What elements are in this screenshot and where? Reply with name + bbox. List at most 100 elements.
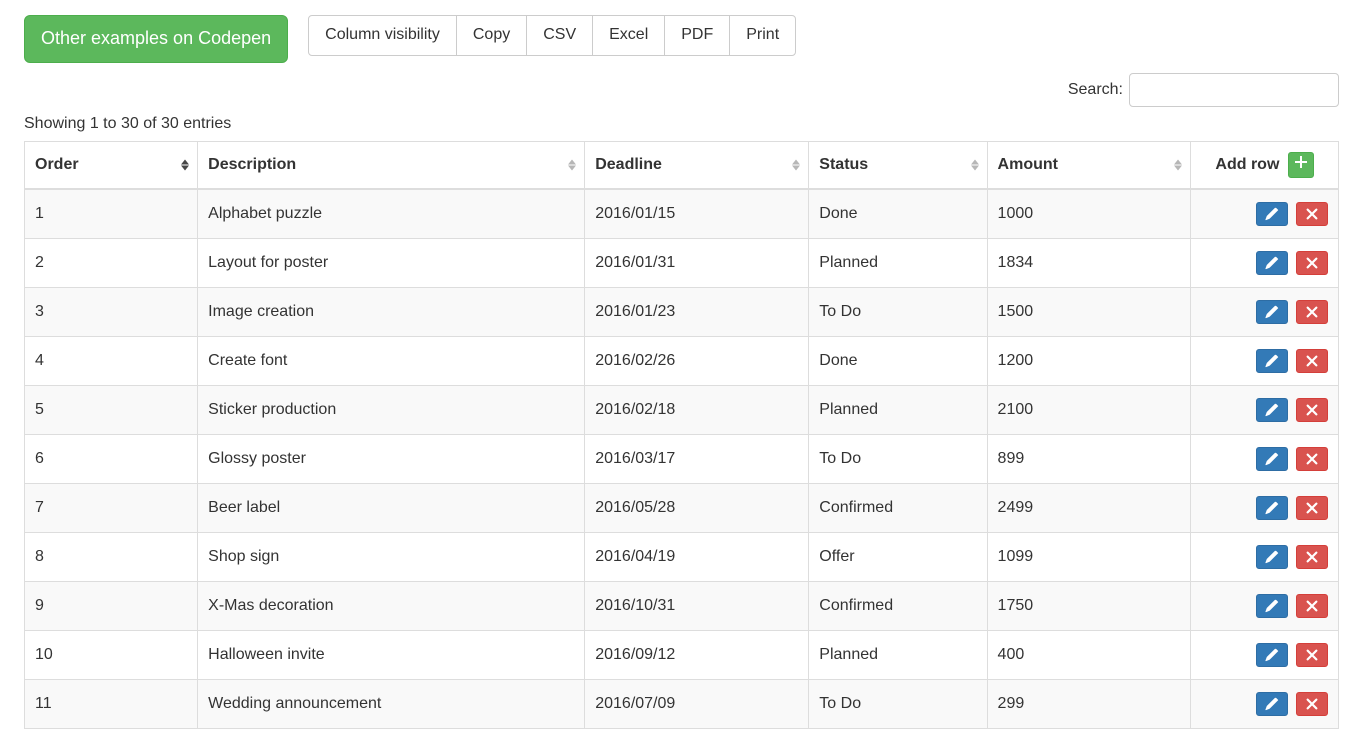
edit-button[interactable]	[1256, 251, 1288, 275]
pencil-icon	[1265, 550, 1279, 564]
delete-button[interactable]	[1296, 545, 1328, 569]
column-header-status[interactable]: Status	[809, 141, 987, 188]
pencil-icon	[1265, 501, 1279, 515]
cell-order: 2	[25, 238, 198, 287]
delete-button[interactable]	[1296, 202, 1328, 226]
sort-icon	[971, 159, 979, 170]
edit-button[interactable]	[1256, 447, 1288, 471]
pdf-button[interactable]: PDF	[664, 15, 730, 56]
edit-button[interactable]	[1256, 202, 1288, 226]
cell-status: Done	[809, 189, 987, 239]
delete-button[interactable]	[1296, 692, 1328, 716]
excel-button[interactable]: Excel	[592, 15, 665, 56]
pencil-icon	[1265, 256, 1279, 270]
export-button-group: Column visibility Copy CSV Excel PDF Pri…	[308, 15, 796, 56]
column-header-amount-label: Amount	[998, 156, 1058, 173]
edit-button[interactable]	[1256, 692, 1288, 716]
cell-amount: 1750	[987, 581, 1191, 630]
edit-button[interactable]	[1256, 594, 1288, 618]
column-header-order-label: Order	[35, 156, 79, 173]
cell-deadline: 2016/02/18	[585, 385, 809, 434]
sort-icon	[568, 159, 576, 170]
pencil-icon	[1265, 207, 1279, 221]
pencil-icon	[1265, 697, 1279, 711]
cell-amount: 1500	[987, 287, 1191, 336]
cell-actions	[1191, 336, 1339, 385]
cell-deadline: 2016/09/12	[585, 630, 809, 679]
delete-button[interactable]	[1296, 447, 1328, 471]
cell-description: Layout for poster	[198, 238, 585, 287]
pencil-icon	[1265, 354, 1279, 368]
remove-icon	[1305, 501, 1319, 515]
remove-icon	[1305, 697, 1319, 711]
pencil-icon	[1265, 403, 1279, 417]
delete-button[interactable]	[1296, 300, 1328, 324]
search-input[interactable]	[1129, 73, 1339, 107]
delete-button[interactable]	[1296, 496, 1328, 520]
cell-status: Done	[809, 336, 987, 385]
cell-amount: 299	[987, 679, 1191, 728]
delete-button[interactable]	[1296, 643, 1328, 667]
table-row: 6Glossy poster2016/03/17To Do899	[25, 434, 1339, 483]
column-header-amount[interactable]: Amount	[987, 141, 1191, 188]
edit-button[interactable]	[1256, 300, 1288, 324]
delete-button[interactable]	[1296, 349, 1328, 373]
pencil-icon	[1265, 599, 1279, 613]
cell-actions	[1191, 581, 1339, 630]
search-label: Search:	[1068, 73, 1339, 107]
column-header-status-label: Status	[819, 156, 868, 173]
delete-button[interactable]	[1296, 398, 1328, 422]
sort-icon	[181, 159, 189, 170]
codepen-examples-button[interactable]: Other examples on Codepen	[24, 15, 288, 63]
remove-icon	[1305, 305, 1319, 319]
edit-button[interactable]	[1256, 398, 1288, 422]
table-row: 10Halloween invite2016/09/12Planned400	[25, 630, 1339, 679]
cell-actions	[1191, 287, 1339, 336]
cell-deadline: 2016/05/28	[585, 483, 809, 532]
table-row: 7Beer label2016/05/28Confirmed2499	[25, 483, 1339, 532]
print-button[interactable]: Print	[729, 15, 796, 56]
column-header-description[interactable]: Description	[198, 141, 585, 188]
add-row-button[interactable]	[1288, 152, 1314, 178]
remove-icon	[1305, 354, 1319, 368]
cell-status: Planned	[809, 630, 987, 679]
cell-description: Beer label	[198, 483, 585, 532]
cell-deadline: 2016/07/09	[585, 679, 809, 728]
cell-status: To Do	[809, 287, 987, 336]
column-header-deadline[interactable]: Deadline	[585, 141, 809, 188]
edit-button[interactable]	[1256, 545, 1288, 569]
table-row: 9X-Mas decoration2016/10/31Confirmed1750	[25, 581, 1339, 630]
cell-actions	[1191, 385, 1339, 434]
cell-description: Create font	[198, 336, 585, 385]
table-row: 8Shop sign2016/04/19Offer1099	[25, 532, 1339, 581]
cell-description: Image creation	[198, 287, 585, 336]
plus-icon	[1294, 155, 1308, 169]
cell-actions	[1191, 630, 1339, 679]
table-row: 1Alphabet puzzle2016/01/15Done1000	[25, 189, 1339, 239]
pencil-icon	[1265, 305, 1279, 319]
table-row: 3Image creation2016/01/23To Do1500	[25, 287, 1339, 336]
column-visibility-button[interactable]: Column visibility	[308, 15, 457, 56]
delete-button[interactable]	[1296, 251, 1328, 275]
remove-icon	[1305, 599, 1319, 613]
cell-order: 11	[25, 679, 198, 728]
remove-icon	[1305, 403, 1319, 417]
column-header-deadline-label: Deadline	[595, 156, 662, 173]
pencil-icon	[1265, 648, 1279, 662]
cell-status: Confirmed	[809, 581, 987, 630]
cell-description: Shop sign	[198, 532, 585, 581]
cell-amount: 2499	[987, 483, 1191, 532]
csv-button[interactable]: CSV	[526, 15, 593, 56]
cell-deadline: 2016/01/23	[585, 287, 809, 336]
cell-order: 9	[25, 581, 198, 630]
cell-description: Glossy poster	[198, 434, 585, 483]
delete-button[interactable]	[1296, 594, 1328, 618]
edit-button[interactable]	[1256, 496, 1288, 520]
edit-button[interactable]	[1256, 349, 1288, 373]
cell-status: Planned	[809, 385, 987, 434]
edit-button[interactable]	[1256, 643, 1288, 667]
cell-order: 4	[25, 336, 198, 385]
table-row: 4Create font2016/02/26Done1200	[25, 336, 1339, 385]
column-header-order[interactable]: Order	[25, 141, 198, 188]
copy-button[interactable]: Copy	[456, 15, 527, 56]
